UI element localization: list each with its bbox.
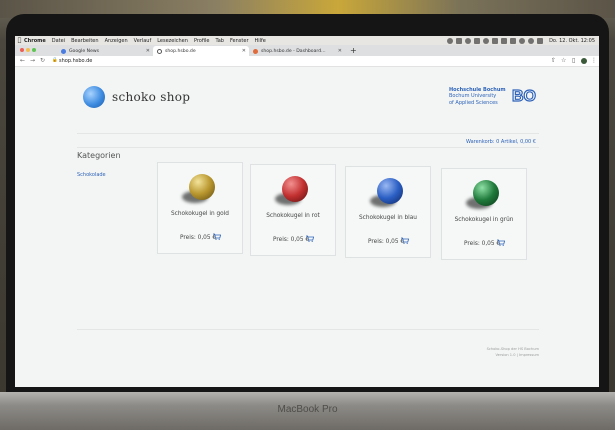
browser-tabstrip: Google News ✕ shop.hsbo.de ✕ shop.hsbo.d…	[15, 45, 599, 56]
menu-lesezeichen[interactable]: Lesezeichen	[157, 38, 188, 44]
status-app-icon[interactable]	[474, 37, 481, 44]
university-text: Hochschule Bochum Bochum University of A…	[449, 87, 506, 106]
status-app-icon[interactable]	[456, 37, 463, 44]
menu-hilfe[interactable]: Hilfe	[255, 38, 266, 44]
shop-logo-icon[interactable]	[83, 86, 105, 108]
university-name-en-2: of Applied Sciences	[449, 99, 498, 106]
profile-avatar[interactable]	[581, 58, 587, 64]
tab-google-news[interactable]: Google News ✕	[57, 46, 153, 56]
menu-tab[interactable]: Tab	[215, 38, 223, 44]
wifi-icon[interactable]	[519, 37, 526, 44]
device-label: MacBook Pro	[277, 404, 338, 415]
cart-icon[interactable]	[401, 237, 409, 244]
status-app-icon[interactable]	[465, 37, 472, 44]
categories-heading: Kategorien	[77, 151, 121, 160]
minimize-window-icon[interactable]	[26, 48, 30, 52]
menubar-clock[interactable]: Do. 12. Okt. 12:05	[549, 38, 595, 44]
product-image-green-ball[interactable]	[473, 180, 499, 206]
bookmark-star-icon[interactable]: ☆	[561, 57, 566, 64]
close-window-icon[interactable]	[20, 48, 24, 52]
laptop-screen:  Chrome Datei Bearbeiten Anzeigen Verla…	[15, 36, 599, 387]
menu-verlauf[interactable]: Verlauf	[134, 38, 152, 44]
product-price: Preis: 0,05 €	[273, 237, 310, 243]
product-name[interactable]: Schokokugel in gold	[158, 211, 242, 217]
product-price: Preis: 0,05 €	[368, 239, 405, 245]
product-image-red-ball[interactable]	[282, 176, 308, 202]
address-bar[interactable]: shop.hsbo.de	[59, 58, 92, 64]
product-name[interactable]: Schokokugel in blau	[346, 215, 430, 221]
footer-line-2[interactable]: Version 1.0 | Impressum	[495, 353, 539, 357]
product-card[interactable]: Schokokugel in rot Preis: 0,05 €	[250, 164, 336, 256]
lock-icon[interactable]: 🔒	[52, 58, 58, 63]
product-name[interactable]: Schokokugel in rot	[251, 213, 335, 219]
product-card[interactable]: Schokokugel in grün Preis: 0,05 €	[441, 168, 527, 260]
cart-summary[interactable]: Warenkorb: 0 Artikel, 0,00 €	[466, 139, 536, 145]
battery-icon[interactable]	[510, 37, 517, 44]
product-image-blue-ball[interactable]	[377, 178, 403, 204]
more-menu-icon[interactable]: ⋮	[591, 57, 597, 64]
menu-anzeigen[interactable]: Anzeigen	[105, 38, 128, 44]
close-tab-icon[interactable]: ✕	[338, 48, 342, 54]
spotlight-icon[interactable]	[528, 37, 535, 44]
apple-icon[interactable]: 	[15, 37, 24, 44]
new-tab-button[interactable]: +	[350, 46, 357, 55]
menu-app-name[interactable]: Chrome	[24, 38, 46, 44]
cart-icon[interactable]	[497, 239, 505, 246]
product-price: Preis: 0,05 €	[180, 235, 217, 241]
bluetooth-icon[interactable]	[501, 37, 508, 44]
product-name[interactable]: Schokokugel in grün	[442, 217, 526, 223]
header-divider	[77, 133, 539, 134]
cart-divider	[77, 147, 539, 148]
cart-icon[interactable]	[213, 233, 221, 240]
close-tab-icon[interactable]: ✕	[242, 48, 246, 54]
product-price: Preis: 0,05 €	[464, 241, 501, 247]
tab-label: shop.hsbo.de - Dashboard...	[261, 48, 326, 54]
tab-shop-hsbo[interactable]: shop.hsbo.de ✕	[153, 46, 249, 56]
close-tab-icon[interactable]: ✕	[146, 48, 150, 54]
window-controls	[20, 48, 36, 52]
tab-shop-dashboard[interactable]: shop.hsbo.de - Dashboard... ✕	[249, 46, 345, 56]
product-image-gold-ball[interactable]	[189, 174, 215, 200]
tab-label: shop.hsbo.de	[165, 48, 196, 54]
volume-icon[interactable]	[492, 37, 499, 44]
zoom-window-icon[interactable]	[32, 48, 36, 52]
web-page: schoko shop Hochschule Bochum Bochum Uni…	[15, 67, 599, 387]
dashboard-favicon-icon	[253, 48, 258, 54]
tab-label: Google News	[69, 48, 100, 54]
product-card[interactable]: Schokokugel in gold Preis: 0,05 €	[157, 162, 243, 254]
shop-title[interactable]: schoko shop	[112, 90, 190, 104]
forward-icon[interactable]: →	[30, 57, 35, 64]
status-app-icon[interactable]	[483, 37, 490, 44]
footer-line-1: Schoko-Shop der HS Bochum	[486, 347, 539, 351]
sidepanel-icon[interactable]: ▯	[572, 57, 575, 64]
category-link-schokolade[interactable]: Schokolade	[77, 172, 106, 178]
footer-divider	[77, 329, 539, 330]
menu-datei[interactable]: Datei	[52, 38, 65, 44]
menu-fenster[interactable]: Fenster	[230, 38, 249, 44]
cart-icon[interactable]	[306, 235, 314, 242]
menubar-status-area: Do. 12. Okt. 12:05	[447, 37, 599, 44]
globe-icon	[157, 48, 162, 54]
macos-menubar:  Chrome Datei Bearbeiten Anzeigen Verla…	[15, 36, 599, 45]
control-center-icon[interactable]	[537, 37, 544, 44]
reload-icon[interactable]: ↻	[40, 57, 45, 64]
back-icon[interactable]: ←	[20, 57, 25, 64]
status-app-icon[interactable]	[447, 37, 454, 44]
browser-toolbar: ← → ↻ 🔒 shop.hsbo.de ⇧ ☆ ▯ ⋮	[15, 56, 599, 67]
product-card[interactable]: Schokokugel in blau Preis: 0,05 €	[345, 166, 431, 258]
menu-bearbeiten[interactable]: Bearbeiten	[71, 38, 98, 44]
google-news-favicon-icon	[61, 48, 66, 54]
university-logo: BO	[511, 88, 536, 105]
menu-profile[interactable]: Profile	[194, 38, 210, 44]
share-icon[interactable]: ⇧	[551, 57, 556, 64]
